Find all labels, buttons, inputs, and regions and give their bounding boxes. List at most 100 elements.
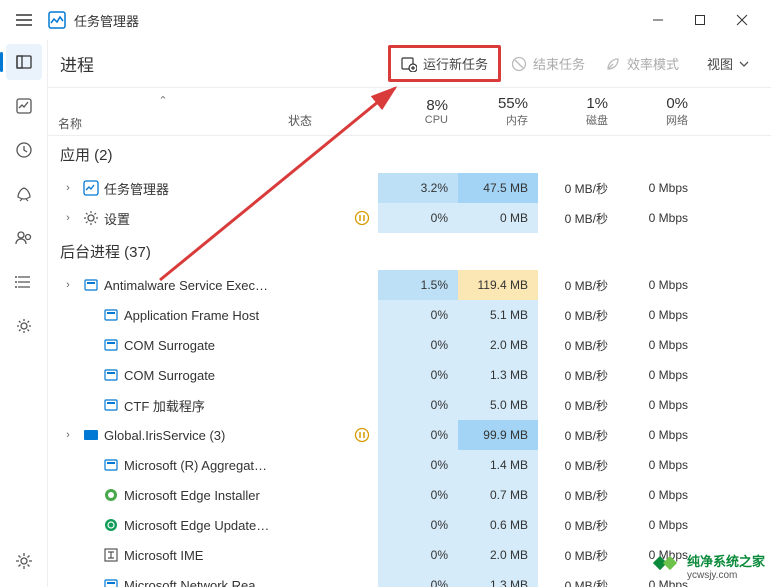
history-icon [15,141,33,159]
app-icon [48,11,66,29]
sidebar-item-performance[interactable] [6,88,42,124]
cell-cpu: 0% [378,203,458,233]
process-table-body[interactable]: 应用 (2)›任务管理器3.2%47.5 MB0 MB/秒0 Mbps›设置0%… [48,136,771,587]
hamburger-menu-button[interactable] [8,4,40,36]
main-area: 进程 运行新任务 结束任务 效率模式 视图 ⌃ 名称 [0,40,771,587]
close-icon [736,14,748,26]
window-title: 任务管理器 [74,11,637,30]
cell-cpu: 0% [378,510,458,540]
table-row[interactable]: › 设置 0%0 MB0 MB/秒0 Mbps [48,203,771,233]
cell-cpu: 0% [378,450,458,480]
cell-memory: 0 MB [458,203,538,233]
cell-disk: 0 MB/秒 [538,570,618,587]
table-row[interactable]: Microsoft (R) Aggregator ...0%1.4 MB0 MB… [48,450,771,480]
process-name: Global.IrisService (3) [104,428,278,443]
run-new-task-label: 运行新任务 [423,54,488,73]
cell-cpu: 0% [378,300,458,330]
cell-network: 0 Mbps [618,173,698,203]
column-header-disk[interactable]: 1% 磁盘 [538,88,618,135]
leaf-icon [605,56,621,72]
cell-memory: 2.0 MB [458,330,538,360]
sidebar-item-users[interactable] [6,220,42,256]
cell-disk: 0 MB/秒 [538,300,618,330]
expand-toggle[interactable]: › [58,182,78,194]
cell-disk: 0 MB/秒 [538,173,618,203]
column-header-memory[interactable]: 55% 内存 [458,88,538,135]
sidebar-item-processes[interactable] [6,44,42,80]
cell-network: 0 Mbps [618,420,698,450]
cell-cpu: 0% [378,420,458,450]
column-header-name[interactable]: ⌃ 名称 [48,88,278,135]
process-name: Antimalware Service Execut... [104,278,278,293]
view-dropdown-button[interactable]: 视图 [697,48,759,79]
table-row[interactable]: Application Frame Host0%5.1 MB0 MB/秒0 Mb… [48,300,771,330]
table-row[interactable]: Microsoft Edge Installer0%0.7 MB0 MB/秒0 … [48,480,771,510]
cell-network: 0 Mbps [618,300,698,330]
group-header-apps: 应用 (2) [48,136,771,173]
cell-memory: 47.5 MB [458,173,538,203]
users-icon [15,229,33,247]
startup-icon [15,185,33,203]
table-row[interactable]: Microsoft Edge Update (32...0%0.6 MB0 MB… [48,510,771,540]
cell-memory: 1.3 MB [458,360,538,390]
maximize-button[interactable] [679,4,721,36]
table-row[interactable]: ›Global.IrisService (3)0%99.9 MB0 MB/秒0 … [48,420,771,450]
processes-icon [15,53,33,71]
cell-network: 0 Mbps [618,203,698,233]
column-header-cpu[interactable]: 8% CPU [378,88,458,135]
expand-toggle[interactable]: › [58,429,78,441]
column-header-network[interactable]: 0% 网络 [618,88,698,135]
cell-disk: 0 MB/秒 [538,510,618,540]
process-name: Microsoft (R) Aggregator ... [124,458,278,473]
process-name: Microsoft Edge Update (32... [124,518,278,533]
view-label: 视图 [707,54,733,73]
table-row[interactable]: COM Surrogate0%1.3 MB0 MB/秒0 Mbps [48,360,771,390]
table-row[interactable]: CTF 加载程序0%5.0 MB0 MB/秒0 Mbps [48,390,771,420]
efficiency-mode-button[interactable]: 效率模式 [595,48,689,79]
sidebar-item-services[interactable] [6,308,42,344]
process-icon [82,179,100,197]
end-task-button[interactable]: 结束任务 [501,48,595,79]
cell-disk: 0 MB/秒 [538,203,618,233]
table-row[interactable]: ›任务管理器3.2%47.5 MB0 MB/秒0 Mbps [48,173,771,203]
process-status [278,427,378,443]
process-icon [102,396,120,414]
process-name: 设置 [104,209,278,228]
table-row[interactable]: COM Surrogate0%2.0 MB0 MB/秒0 Mbps [48,330,771,360]
process-name: COM Surrogate [124,368,278,383]
maximize-icon [694,14,706,26]
cell-memory: 1.4 MB [458,450,538,480]
cell-memory: 5.0 MB [458,390,538,420]
close-button[interactable] [721,4,763,36]
process-name: Microsoft Network Realtim... [124,578,278,587]
sidebar-item-app-history[interactable] [6,132,42,168]
cell-disk: 0 MB/秒 [538,330,618,360]
process-icon [102,516,120,534]
cell-cpu: 1.5% [378,270,458,300]
sidebar-item-settings[interactable] [6,543,42,579]
watermark: 纯净系统之家 ycwsjy.com [653,551,765,581]
column-header-status[interactable]: 状态 [278,88,378,135]
sidebar-item-startup[interactable] [6,176,42,212]
minimize-button[interactable] [637,4,679,36]
sort-indicator: ⌃ [58,94,268,107]
process-icon [102,306,120,324]
run-new-task-button[interactable]: 运行新任务 [388,45,501,82]
cell-network: 0 Mbps [618,390,698,420]
cell-cpu: 0% [378,480,458,510]
expand-toggle[interactable]: › [58,212,78,224]
services-icon [15,317,33,335]
cell-disk: 0 MB/秒 [538,390,618,420]
cell-cpu: 3.2% [378,173,458,203]
cell-memory: 2.0 MB [458,540,538,570]
cell-memory: 99.9 MB [458,420,538,450]
expand-toggle[interactable]: › [58,279,78,291]
process-status [278,210,378,226]
sidebar-item-details[interactable] [6,264,42,300]
table-row[interactable]: ›Antimalware Service Execut...1.5%119.4 … [48,270,771,300]
column-header-row: ⌃ 名称 状态 8% CPU 55% 内存 1% 磁盘 0% 网络 [48,88,771,136]
end-task-label: 结束任务 [533,54,585,73]
cell-cpu: 0% [378,540,458,570]
cell-network: 0 Mbps [618,450,698,480]
process-icon [82,209,100,227]
